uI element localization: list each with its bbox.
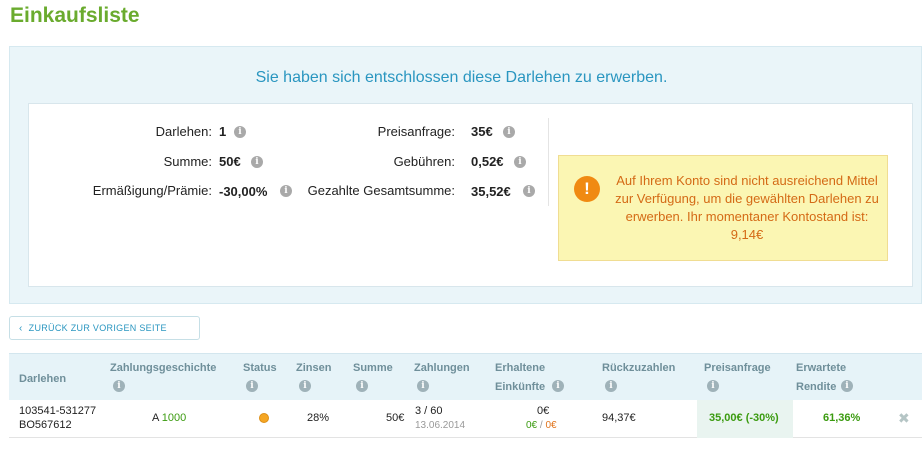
einkuenfte-part-a: 0€ [526,420,538,431]
column-header-darlehen[interactable]: Darlehen [19,373,66,385]
stat-value-gebuehren: 0,52€ [471,154,504,169]
warning-text: Auf Ihrem Konto sind nicht ausreichend M… [615,173,879,242]
info-icon[interactable]: i [503,126,515,138]
stat-value-gesamtsumme: 35,52€ [471,184,511,199]
page-title: Einkaufsliste [10,4,140,27]
loan-code[interactable]: BO567612 [19,419,72,431]
info-icon[interactable]: i [605,380,617,392]
info-icon[interactable]: i [523,185,535,197]
remove-icon[interactable]: ✖ [898,410,910,427]
column-header-summe[interactable]: Summe [353,362,393,374]
rueckzuzahlen-value: 94,37€ [602,412,636,424]
column-header-rueckzuzahlen[interactable]: Rückzuzahlen [602,362,675,374]
column-header-einkuenfte[interactable]: Einkünfte [495,381,545,393]
info-icon[interactable]: i [841,380,853,392]
back-button[interactable]: ‹ ZURÜCK ZUR VORIGEN SEITE [9,316,200,340]
info-icon[interactable]: i [113,380,125,392]
warning-icon: ! [574,176,600,202]
stat-value-summe: 50€ [219,154,241,169]
stat-label-gesamtsumme: Gezahlte Gesamtsumme: [307,183,455,198]
history-score: 1000 [161,412,187,424]
insufficient-funds-warning: ! Auf Ihrem Konto sind nicht ausreichend… [558,155,888,261]
stat-label-summe: Summe: [163,154,212,169]
chevron-left-icon: ‹ [19,323,23,334]
stat-label-darlehen: Darlehen: [155,124,212,139]
column-header-rendite[interactable]: Rendite [796,381,836,393]
card-divider [548,118,549,206]
column-header-zahlungsgeschichte[interactable]: Zahlungsgeschichte [110,362,216,374]
summary-heading: Sie haben sich entschlossen diese Darleh… [255,69,668,86]
zahlungen-value: 3 / 60 [415,405,443,417]
info-icon[interactable]: i [246,380,258,392]
info-icon[interactable]: i [707,380,719,392]
info-icon[interactable]: i [417,380,429,392]
column-header-erhaltene[interactable]: Erhaltene [495,362,545,374]
back-button-label: ZURÜCK ZUR VORIGEN SEITE [28,323,167,333]
summe-value: 50€ [386,412,405,424]
column-header-status[interactable]: Status [243,362,277,374]
info-icon[interactable]: i [234,126,246,138]
stat-value-ermaessigung: -30,00% [219,184,268,199]
status-indicator [259,413,269,423]
info-icon[interactable]: i [514,156,526,168]
column-header-zinsen[interactable]: Zinsen [296,362,331,374]
loan-id[interactable]: 103541-531277 [19,405,96,417]
column-header-erwartete[interactable]: Erwartete [796,362,846,374]
table-row[interactable]: 103541-531277 BO567612 A 1000 28% 50€ 3 … [9,400,922,438]
summary-panel: Sie haben sich entschlossen diese Darleh… [9,46,922,304]
info-icon[interactable]: i [299,380,311,392]
einkuenfte-breakdown: 0€ / 0€ [526,420,557,431]
info-icon[interactable]: i [356,380,368,392]
zahlungen-date: 13.06.2014 [415,420,466,431]
info-icon[interactable]: i [280,185,292,197]
einkuenfte-value: 0€ [537,405,550,417]
column-header-preisanfrage[interactable]: Preisanfrage [704,362,771,374]
einkuenfte-part-b: 0€ [545,420,557,431]
stat-label-ermaessigung: Ermäßigung/Prämie: [92,183,212,198]
preisanfrage-value: 35,00€ (-30%) [709,412,779,424]
stat-label-gebuehren: Gebühren: [393,154,455,169]
history-cell: A 1000 [152,412,186,424]
column-header-zahlungen[interactable]: Zahlungen [414,362,470,374]
stat-value-darlehen: 1 [219,124,227,139]
info-icon[interactable]: i [552,380,564,392]
history-grade: A [152,412,159,424]
zinsen-value: 28% [307,412,330,424]
info-icon[interactable]: i [251,156,263,168]
table-header: Darlehen Zahlungsgeschichte i Status i Z… [9,353,922,400]
stat-value-preisanfrage: 35€ [471,124,493,139]
stat-label-preisanfrage: Preisanfrage: [377,124,455,139]
rendite-value: 61,36% [823,412,861,424]
